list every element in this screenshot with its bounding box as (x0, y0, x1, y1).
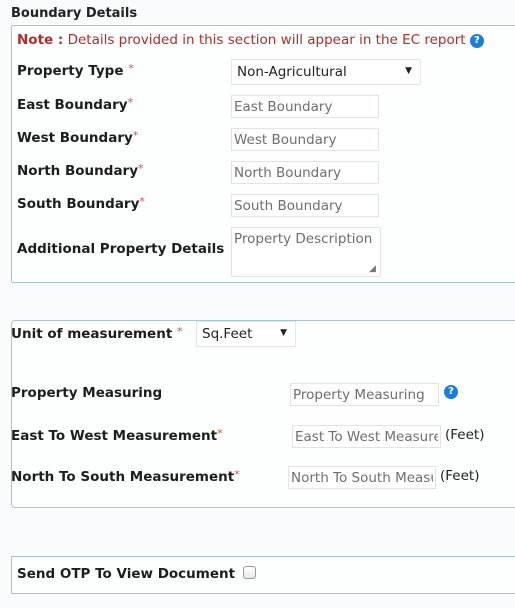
chevron-down-icon: ▼ (405, 66, 412, 76)
note-text: Details provided in this section will ap… (63, 32, 466, 48)
east-to-west-measurement-input[interactable] (292, 425, 441, 448)
west-boundary-label-text: West Boundary (17, 130, 133, 146)
boundary-details-heading: Boundary Details (11, 6, 138, 21)
resize-grip-icon[interactable]: ◢ (369, 264, 376, 274)
property-type-label: Property Type * (17, 62, 134, 79)
additional-property-details-label: Additional Property Details (17, 241, 225, 257)
north-boundary-input[interactable] (231, 161, 379, 184)
north-to-south-measurement-input[interactable] (288, 466, 436, 489)
east-to-west-unit: (Feet) (445, 427, 485, 443)
unit-value: Sq.Feet (202, 326, 253, 342)
ec-report-note: Note : Details provided in this section … (17, 32, 484, 48)
required-asterisk: * (127, 96, 134, 109)
send-otp-checkbox[interactable] (243, 566, 256, 579)
required-asterisk: * (132, 129, 139, 142)
east-boundary-label-text: East Boundary (17, 97, 128, 113)
required-asterisk: * (177, 325, 183, 338)
unit-of-measurement-label: Unit of measurement * (11, 325, 183, 342)
required-asterisk: * (234, 468, 240, 481)
send-otp-label: Send OTP To View Document (17, 566, 236, 582)
property-type-select[interactable]: Non-Agricultural ▼ (231, 59, 421, 85)
north-to-south-unit: (Feet) (440, 468, 480, 484)
west-boundary-label: West Boundary* (17, 129, 138, 146)
east-boundary-label: East Boundary* (17, 96, 133, 113)
north-to-south-measurement-label: North To South Measurement* (11, 468, 240, 485)
property-measuring-label: Property Measuring (11, 385, 163, 401)
note-prefix: Note : (17, 32, 64, 48)
east-to-west-measurement-label: East To West Measurement* (11, 427, 223, 444)
chevron-down-icon: ▼ (280, 328, 287, 338)
property-measuring-input[interactable] (290, 383, 439, 406)
property-type-value: Non-Agricultural (237, 64, 347, 80)
unit-of-measurement-select[interactable]: Sq.Feet ▼ (196, 321, 296, 347)
required-asterisk: * (139, 195, 145, 208)
east-boundary-input[interactable] (231, 95, 379, 118)
south-boundary-label: South Boundary* (17, 195, 145, 212)
north-to-south-label-text: North To South Measurement (11, 469, 235, 485)
property-description-textarea[interactable] (231, 227, 381, 277)
north-boundary-label-text: North Boundary (17, 163, 139, 179)
south-boundary-label-text: South Boundary (17, 196, 140, 212)
property-type-label-text: Property Type (17, 63, 124, 79)
south-boundary-input[interactable] (231, 194, 379, 217)
help-icon[interactable]: ? (444, 385, 458, 399)
west-boundary-input[interactable] (231, 128, 379, 151)
required-asterisk: * (128, 62, 134, 75)
required-asterisk: * (138, 162, 144, 175)
required-asterisk: * (217, 427, 223, 440)
unit-of-measurement-label-text: Unit of measurement (11, 326, 173, 342)
help-icon[interactable]: ? (469, 34, 484, 48)
east-to-west-label-text: East To West Measurement (11, 428, 218, 444)
north-boundary-label: North Boundary* (17, 162, 144, 179)
